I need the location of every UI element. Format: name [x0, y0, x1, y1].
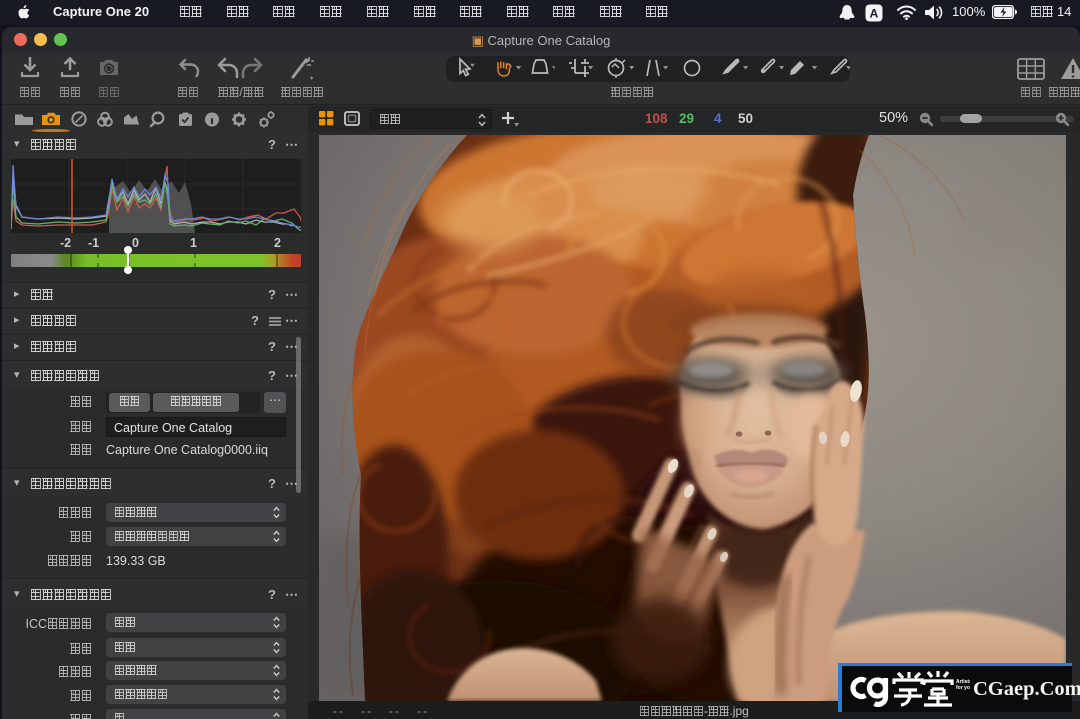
svg-text:for you: for you [956, 685, 970, 691]
svg-text:A: A [870, 6, 879, 20]
